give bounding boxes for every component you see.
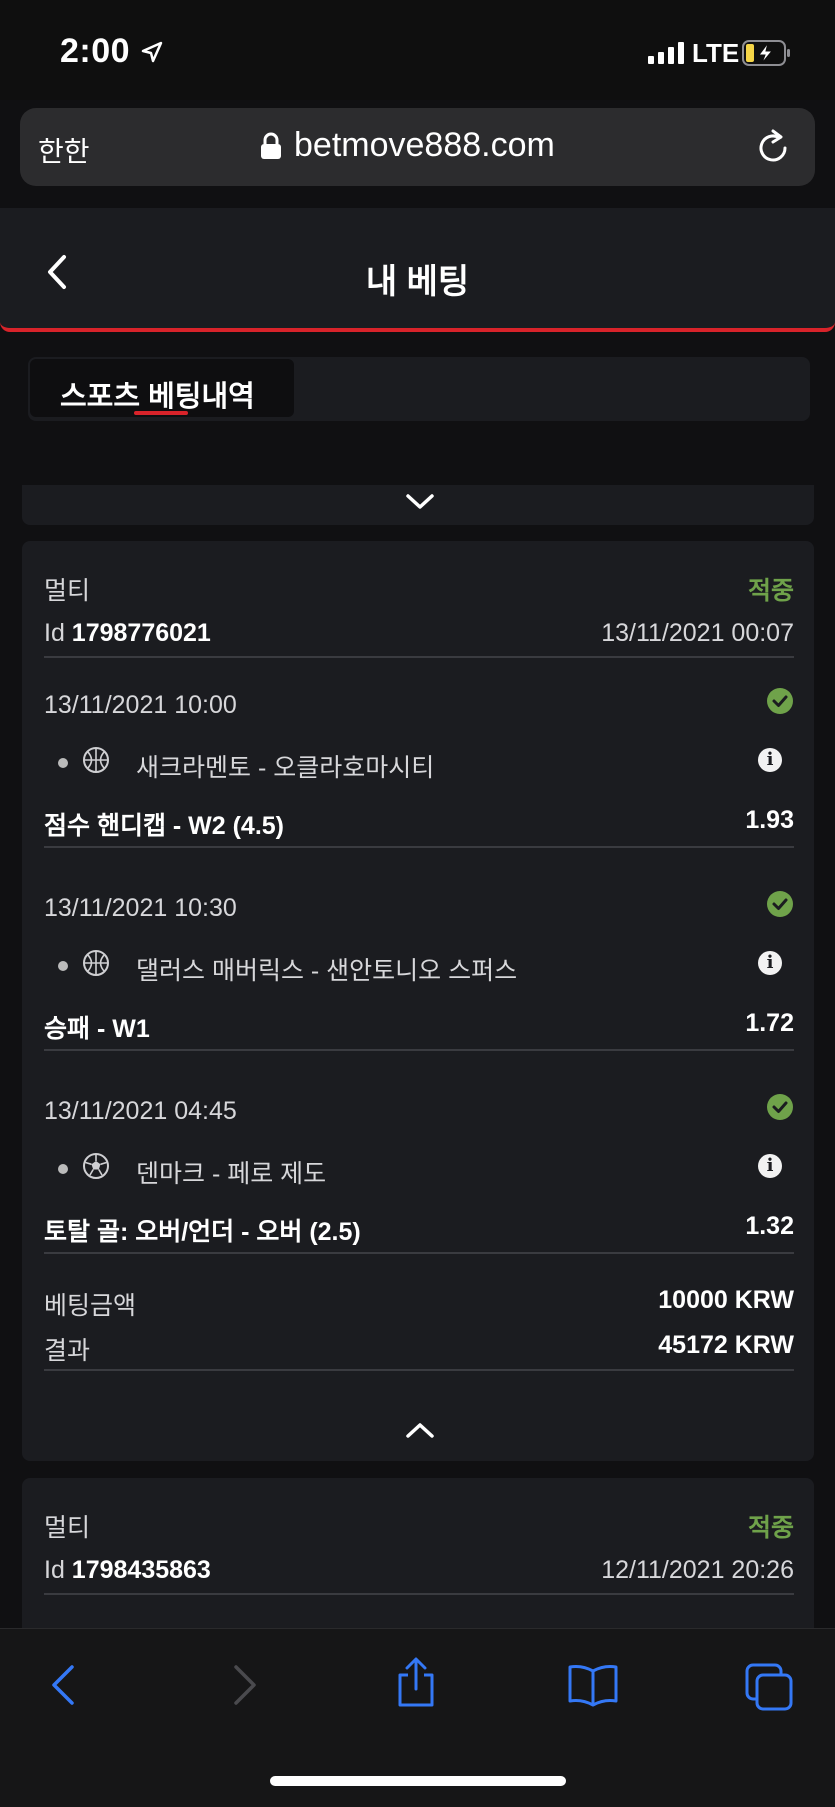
bet-id: 1798776021 — [71, 619, 211, 647]
event-teams-row: 덴마크 - 페로 제도 i — [44, 1153, 794, 1188]
bet-placed-date: 12/11/2021 20:26 — [601, 1556, 794, 1584]
event-market-row: 토탈 골: 오버/언더 - 오버 (2.5) 1.32 — [44, 1212, 794, 1248]
info-icon[interactable]: i — [758, 1154, 782, 1178]
basketball-icon — [83, 747, 109, 773]
event-date-row: 13/11/2021 10:30 — [44, 891, 794, 923]
event-market: 승패 - W1 — [44, 1015, 150, 1043]
chevron-down-icon — [406, 494, 434, 509]
event-market: 토탈 골: 오버/언더 - 오버 (2.5) — [44, 1218, 361, 1246]
event-market: 점수 핸디캡 - W2 (4.5) — [44, 812, 285, 840]
bookmarks-icon[interactable] — [566, 1663, 620, 1707]
chevron-up-icon[interactable] — [405, 1421, 435, 1441]
info-icon[interactable]: i — [758, 951, 782, 975]
url-text: betmove888.com — [294, 126, 555, 164]
filter-toggle[interactable] — [22, 485, 814, 525]
cell-signal-icon — [648, 40, 684, 64]
divider — [44, 1369, 794, 1371]
reader-mode-button[interactable]: 한한 — [38, 130, 90, 170]
event-odds: 1.72 — [745, 1009, 794, 1037]
browser-forward-icon[interactable] — [230, 1663, 260, 1707]
basketball-icon — [83, 950, 109, 976]
result-label: 결과 — [44, 1337, 91, 1365]
check-icon — [767, 891, 793, 917]
event-teams-row: 댈러스 매버릭스 - 샌안토니오 스퍼스 i — [44, 950, 794, 985]
bet-id: 1798435863 — [71, 1556, 211, 1584]
bet-header-row: 멀티 적중 — [44, 1508, 794, 1544]
location-arrow-icon — [141, 41, 163, 63]
event-teams: 새크라멘토 - 오클라호마시티 — [136, 754, 435, 782]
event-date: 13/11/2021 04:45 — [44, 1097, 237, 1125]
share-icon[interactable] — [394, 1657, 438, 1709]
status-bar: 2:00 LTE — [0, 0, 835, 100]
lock-icon — [261, 132, 281, 159]
battery-charging-icon — [742, 40, 790, 66]
home-indicator[interactable] — [270, 1776, 566, 1786]
info-icon[interactable]: i — [758, 748, 782, 772]
status-badge: 적중 — [747, 1514, 794, 1542]
address-bar[interactable]: 한한 betmove888.com — [20, 108, 815, 186]
divider — [44, 1049, 794, 1051]
network-type: LTE — [692, 38, 740, 68]
tab-active-indicator — [134, 411, 188, 415]
reload-icon[interactable] — [755, 128, 791, 166]
id-label: Id — [44, 1556, 72, 1584]
payout-amount: 45172 KRW — [658, 1331, 794, 1359]
tabs-icon[interactable] — [745, 1663, 795, 1711]
divider — [44, 846, 794, 848]
event-date-row: 13/11/2021 10:00 — [44, 688, 794, 720]
bet-card: 멀티 적중 Id 1798776021 13/11/2021 00:07 13/… — [22, 541, 814, 1461]
status-badge: 적중 — [747, 577, 794, 605]
status-time: 2:00 — [60, 32, 131, 70]
divider — [44, 1593, 794, 1595]
check-icon — [767, 1094, 793, 1120]
event-date: 13/11/2021 10:30 — [44, 894, 237, 922]
event-market-row: 승패 - W1 1.72 — [44, 1009, 794, 1045]
tab-sports-betting-history[interactable]: 스포츠 베팅내역 — [30, 359, 294, 417]
bet-header-row: 멀티 적중 — [44, 571, 794, 607]
divider — [44, 1252, 794, 1254]
url-display[interactable]: betmove888.com — [260, 126, 555, 165]
event-market-row: 점수 핸디캡 - W2 (4.5) 1.93 — [44, 806, 794, 842]
stake-label: 베팅금액 — [44, 1292, 137, 1320]
bet-type: 멀티 — [44, 1514, 91, 1542]
tab-label: 스포츠 베팅내역 — [60, 381, 255, 413]
event-teams: 댈러스 매버릭스 - 샌안토니오 스퍼스 — [136, 957, 518, 985]
bet-id-row: Id 1798435863 12/11/2021 20:26 — [44, 1556, 794, 1585]
id-label: Id — [44, 619, 72, 647]
stake-row: 베팅금액 10000 KRW — [44, 1286, 794, 1322]
stake-amount: 10000 KRW — [658, 1286, 794, 1314]
event-odds: 1.93 — [745, 806, 794, 834]
page-title: 내 베팅 — [365, 263, 470, 301]
status-dot — [58, 1164, 68, 1174]
status-dot — [58, 758, 68, 768]
check-icon — [767, 688, 793, 714]
bet-placed-date: 13/11/2021 00:07 — [601, 619, 794, 647]
bet-id-row: Id 1798776021 13/11/2021 00:07 — [44, 619, 794, 648]
event-teams: 덴마크 - 페로 제도 — [136, 1160, 327, 1188]
tab-bar: 스포츠 베팅내역 — [28, 357, 810, 421]
event-teams-row: 새크라멘토 - 오클라호마시티 i — [44, 747, 794, 782]
payout-row: 결과 45172 KRW — [44, 1331, 794, 1367]
soccer-ball-icon — [83, 1153, 109, 1179]
event-date-row: 13/11/2021 04:45 — [44, 1094, 794, 1126]
divider — [44, 656, 794, 658]
bet-type: 멀티 — [44, 577, 91, 605]
app-header: 내 베팅 — [0, 208, 835, 332]
status-dot — [58, 961, 68, 971]
event-date: 13/11/2021 10:00 — [44, 691, 237, 719]
event-odds: 1.32 — [745, 1212, 794, 1240]
browser-back-icon[interactable] — [48, 1663, 78, 1707]
